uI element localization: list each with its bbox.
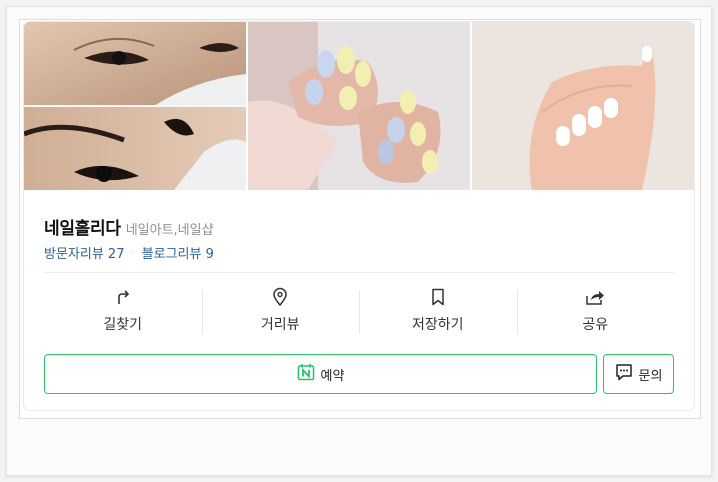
photo-white-nails[interactable]: [472, 22, 694, 190]
place-card: 네일홀리다 네일아트,네일샵 방문자리뷰 27 · 블로그리뷰 9 길찾기 거리…: [24, 22, 694, 410]
bookmark-icon: [430, 286, 446, 308]
reserve-label: 예약: [320, 368, 345, 384]
share-label: 공유: [582, 317, 609, 333]
action-bar: 길찾기 거리뷰 저장하기 공유: [44, 286, 674, 336]
review-separator: ·: [131, 247, 135, 258]
eyes-closeup-photo: [24, 22, 246, 190]
street-view-button[interactable]: 거리뷰: [201, 286, 360, 336]
place-name[interactable]: 네일홀리다: [44, 214, 121, 239]
white-nails-photo: [472, 22, 694, 190]
place-category: 네일아트,네일샵: [125, 223, 214, 238]
review-links: 방문자리뷰 27 · 블로그리뷰 9: [44, 243, 214, 262]
divider: [44, 272, 674, 273]
photo-eyes[interactable]: [24, 22, 246, 190]
inquiry-label: 문의: [638, 368, 663, 384]
street-view-label: 거리뷰: [260, 317, 300, 333]
location-pin-icon: [271, 286, 289, 308]
save-button[interactable]: 저장하기: [359, 286, 517, 336]
directions-button[interactable]: 길찾기: [44, 286, 202, 336]
title-row: 네일홀리다 네일아트,네일샵: [44, 214, 214, 239]
blog-review-link[interactable]: 블로그리뷰 9: [142, 243, 214, 262]
visitor-review-link[interactable]: 방문자리뷰 27: [44, 243, 124, 262]
crystal-nail-art-photo: [248, 22, 470, 190]
save-label: 저장하기: [411, 317, 464, 333]
bottom-buttons: 예약 문의: [44, 354, 674, 394]
directions-icon: [114, 286, 132, 308]
photo-strip: [24, 22, 694, 190]
reserve-button[interactable]: 예약: [44, 354, 597, 394]
share-button[interactable]: 공유: [516, 286, 675, 336]
inquiry-button[interactable]: 문의: [603, 354, 674, 394]
naver-calendar-icon: [297, 363, 315, 385]
chat-bubble-icon: [615, 363, 633, 385]
directions-label: 길찾기: [103, 317, 143, 333]
photo-nail-art[interactable]: [248, 22, 470, 190]
share-icon: [585, 286, 605, 308]
